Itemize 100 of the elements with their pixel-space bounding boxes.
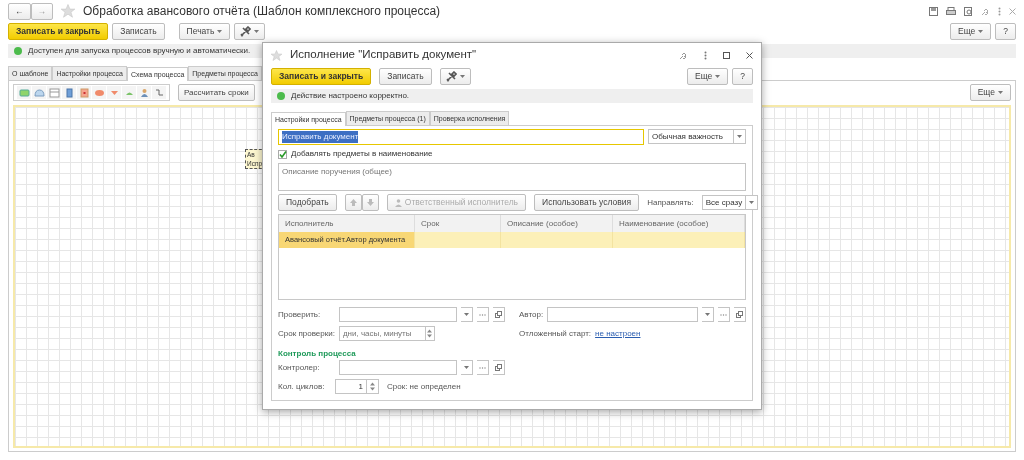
up-arrow-icon — [349, 199, 357, 206]
check-icon — [278, 150, 287, 158]
dropdown-button[interactable] — [746, 195, 759, 210]
print-icon[interactable] — [946, 6, 956, 16]
checkbox-label: Добавлять предметы в наименование — [291, 148, 433, 160]
controller-field[interactable] — [339, 360, 457, 375]
caret-icon — [737, 135, 742, 138]
spin-button[interactable] — [426, 326, 435, 341]
star-icon — [271, 49, 282, 61]
tools-button[interactable] — [234, 22, 266, 40]
shape-tool-button[interactable] — [77, 86, 91, 99]
shape-tool-button[interactable] — [107, 86, 121, 99]
calculate-button[interactable]: Рассчитать сроки — [178, 84, 255, 101]
caret-icon — [715, 74, 721, 78]
caret-icon — [705, 313, 710, 316]
caret-icon — [749, 201, 755, 204]
shape-tool-button[interactable] — [92, 86, 106, 99]
section-header: Контроль процесса — [278, 348, 357, 360]
window-title: Обработка авансового отчёта (Шаблон комплексного процесса) — [83, 3, 441, 20]
column-header: Исполнитель — [279, 215, 415, 232]
spin-button[interactable] — [367, 379, 379, 394]
shape-tool-button[interactable] — [32, 86, 46, 99]
caret-icon — [217, 29, 223, 33]
save-close-button[interactable]: Записать и закрыть — [271, 67, 372, 85]
shape-tool-button[interactable] — [137, 86, 151, 99]
preview-icon[interactable] — [964, 6, 973, 16]
more-icon[interactable] — [704, 50, 707, 60]
checker-field[interactable] — [339, 307, 457, 322]
column-header: Срок — [415, 215, 501, 232]
open-button[interactable] — [734, 307, 746, 322]
rectangle-icon — [18, 87, 30, 98]
star-icon — [61, 4, 75, 18]
save-button[interactable]: Записать — [379, 67, 432, 85]
help-button[interactable]: ? — [995, 22, 1016, 40]
field-label: Контролер: — [278, 361, 321, 374]
column-header: Наименование (особое) — [613, 215, 745, 232]
ellipsis-icon — [479, 313, 486, 316]
caret-icon — [998, 91, 1003, 94]
spin-arrows-icon — [370, 382, 375, 391]
dropdown-button[interactable] — [461, 307, 473, 322]
dropdown-button[interactable] — [461, 360, 473, 375]
column-header: Описание (особое) — [501, 215, 613, 232]
field-label: Кол. циклов: — [278, 380, 326, 393]
shape-tool-button[interactable] — [122, 86, 136, 99]
more-icon[interactable] — [998, 6, 1001, 16]
square-icon — [78, 87, 90, 98]
shape-tool-button[interactable] — [152, 86, 166, 99]
open-button[interactable] — [493, 307, 505, 322]
maximize-icon[interactable] — [723, 51, 730, 59]
cycles-field[interactable]: 1 — [335, 379, 367, 394]
field-label: Автор: — [519, 308, 544, 321]
action-button[interactable]: Подобрать — [278, 194, 337, 211]
tools-button[interactable] — [439, 67, 471, 85]
more-button[interactable]: Еще — [969, 84, 1011, 101]
shape-tool-button[interactable] — [17, 86, 31, 99]
tools-icon — [445, 70, 457, 82]
spin-arrows-icon — [427, 329, 433, 338]
shape-tool-button[interactable] — [62, 86, 76, 99]
term-input[interactable]: дни, часы, минуты — [342, 327, 422, 340]
print-button[interactable]: Печать — [178, 22, 231, 40]
checkbox[interactable] — [278, 149, 287, 159]
author-field[interactable] — [547, 307, 698, 322]
save-button[interactable]: Записать — [112, 22, 165, 40]
dome-icon — [33, 87, 45, 98]
dropdown-button[interactable] — [702, 307, 714, 322]
route-field[interactable]: Все сразу — [701, 195, 747, 210]
caret-icon — [464, 366, 469, 369]
open-icon — [736, 311, 743, 318]
back-button[interactable]: ← — [8, 2, 31, 20]
dropdown-button[interactable] — [734, 129, 746, 144]
name-field[interactable]: Исправить документ — [278, 129, 644, 145]
connector-icon — [153, 87, 165, 98]
more-button[interactable]: Еще — [949, 22, 992, 40]
open-button[interactable] — [493, 360, 505, 375]
open-icon — [495, 311, 502, 318]
status-icon — [277, 92, 285, 100]
person-icon — [138, 87, 150, 98]
term-field[interactable]: дни, часы, минуты — [338, 326, 426, 341]
shape-tool-button[interactable] — [47, 86, 61, 99]
help-button[interactable]: ? — [732, 67, 753, 85]
field-label: Проверить: — [278, 308, 322, 321]
more-button[interactable]: Еще — [686, 67, 729, 85]
tools-icon — [240, 25, 252, 37]
ellipsis-icon — [479, 366, 486, 369]
column-icon — [63, 87, 75, 98]
term-text: Срок: не определен — [387, 380, 461, 393]
field-label: Отложенный старт: — [519, 327, 592, 340]
delayed-start-link[interactable]: не настроен — [595, 327, 641, 340]
status-icon — [14, 47, 22, 55]
description-field[interactable]: Описание поручения (общее) — [278, 163, 746, 191]
save-icon[interactable] — [929, 6, 938, 16]
save-close-button[interactable]: Записать и закрыть — [8, 22, 109, 40]
caret-icon — [459, 74, 465, 78]
importance-field[interactable]: Обычная важность — [648, 129, 734, 144]
action-button[interactable]: Использовать условия — [534, 194, 640, 211]
ellipsis-icon — [720, 313, 727, 316]
person-icon — [394, 198, 402, 207]
close-icon[interactable] — [746, 51, 753, 59]
field-label: Срок проверки: — [278, 327, 335, 340]
down-arrow-icon — [366, 199, 374, 206]
